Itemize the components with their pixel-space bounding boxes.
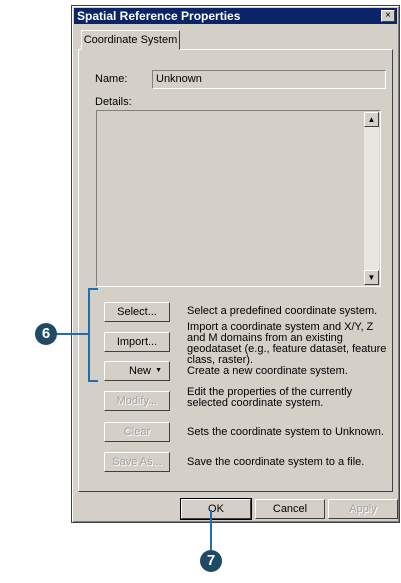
callout-leader-6 <box>56 333 88 335</box>
save-as-button[interactable]: Save As... <box>104 452 170 472</box>
new-button-label: New <box>129 365 152 377</box>
window-title: Spatial Reference Properties <box>77 9 241 23</box>
select-description: Select a predefined coordinate system. <box>187 305 378 317</box>
title-bar: Spatial Reference Properties × <box>74 8 397 24</box>
callout-bracket-top <box>88 288 98 290</box>
callout-6-badge: 6 <box>35 323 57 345</box>
ok-button[interactable]: OK <box>180 498 252 520</box>
new-description: Create a new coordinate system. <box>187 365 348 377</box>
spatial-reference-dialog: Spatial Reference Properties × Coordinat… <box>71 5 400 523</box>
scroll-up-icon[interactable]: ▲ <box>364 112 379 127</box>
scroll-down-icon[interactable]: ▼ <box>364 270 379 285</box>
close-button[interactable]: × <box>381 10 395 22</box>
details-textbox[interactable]: ▲ ▼ <box>96 110 381 287</box>
new-button[interactable]: New ▼ <box>104 361 170 381</box>
clear-button[interactable]: Clear <box>104 422 170 442</box>
tab-coordinate-system[interactable]: Coordinate System <box>81 30 180 50</box>
cancel-button[interactable]: Cancel <box>255 499 325 519</box>
import-button[interactable]: Import... <box>104 332 170 352</box>
import-description: Import a coordinate system and X/Y, Z an… <box>187 321 387 366</box>
modify-description: Edit the properties of the currently sel… <box>187 386 353 409</box>
name-field: Unknown <box>152 70 386 89</box>
clear-description: Sets the coordinate system to Unknown. <box>187 426 384 438</box>
select-button[interactable]: Select... <box>104 302 170 322</box>
name-label: Name: <box>95 73 128 85</box>
dropdown-arrow-icon: ▼ <box>155 367 162 374</box>
save-as-description: Save the coordinate system to a file. <box>187 456 365 468</box>
details-scrollbar[interactable]: ▲ ▼ <box>364 112 379 285</box>
details-label: Details: <box>95 96 132 108</box>
callout-bracket <box>88 288 90 382</box>
modify-button[interactable]: Modify... <box>104 391 170 411</box>
coordinate-system-panel: Name: Unknown Details: ▲ ▼ Select... Sel… <box>78 49 393 492</box>
callout-7-badge: 7 <box>200 550 222 572</box>
callout-leader-7 <box>210 510 212 552</box>
apply-button[interactable]: Apply <box>328 499 398 519</box>
callout-bracket-bottom <box>88 380 98 382</box>
